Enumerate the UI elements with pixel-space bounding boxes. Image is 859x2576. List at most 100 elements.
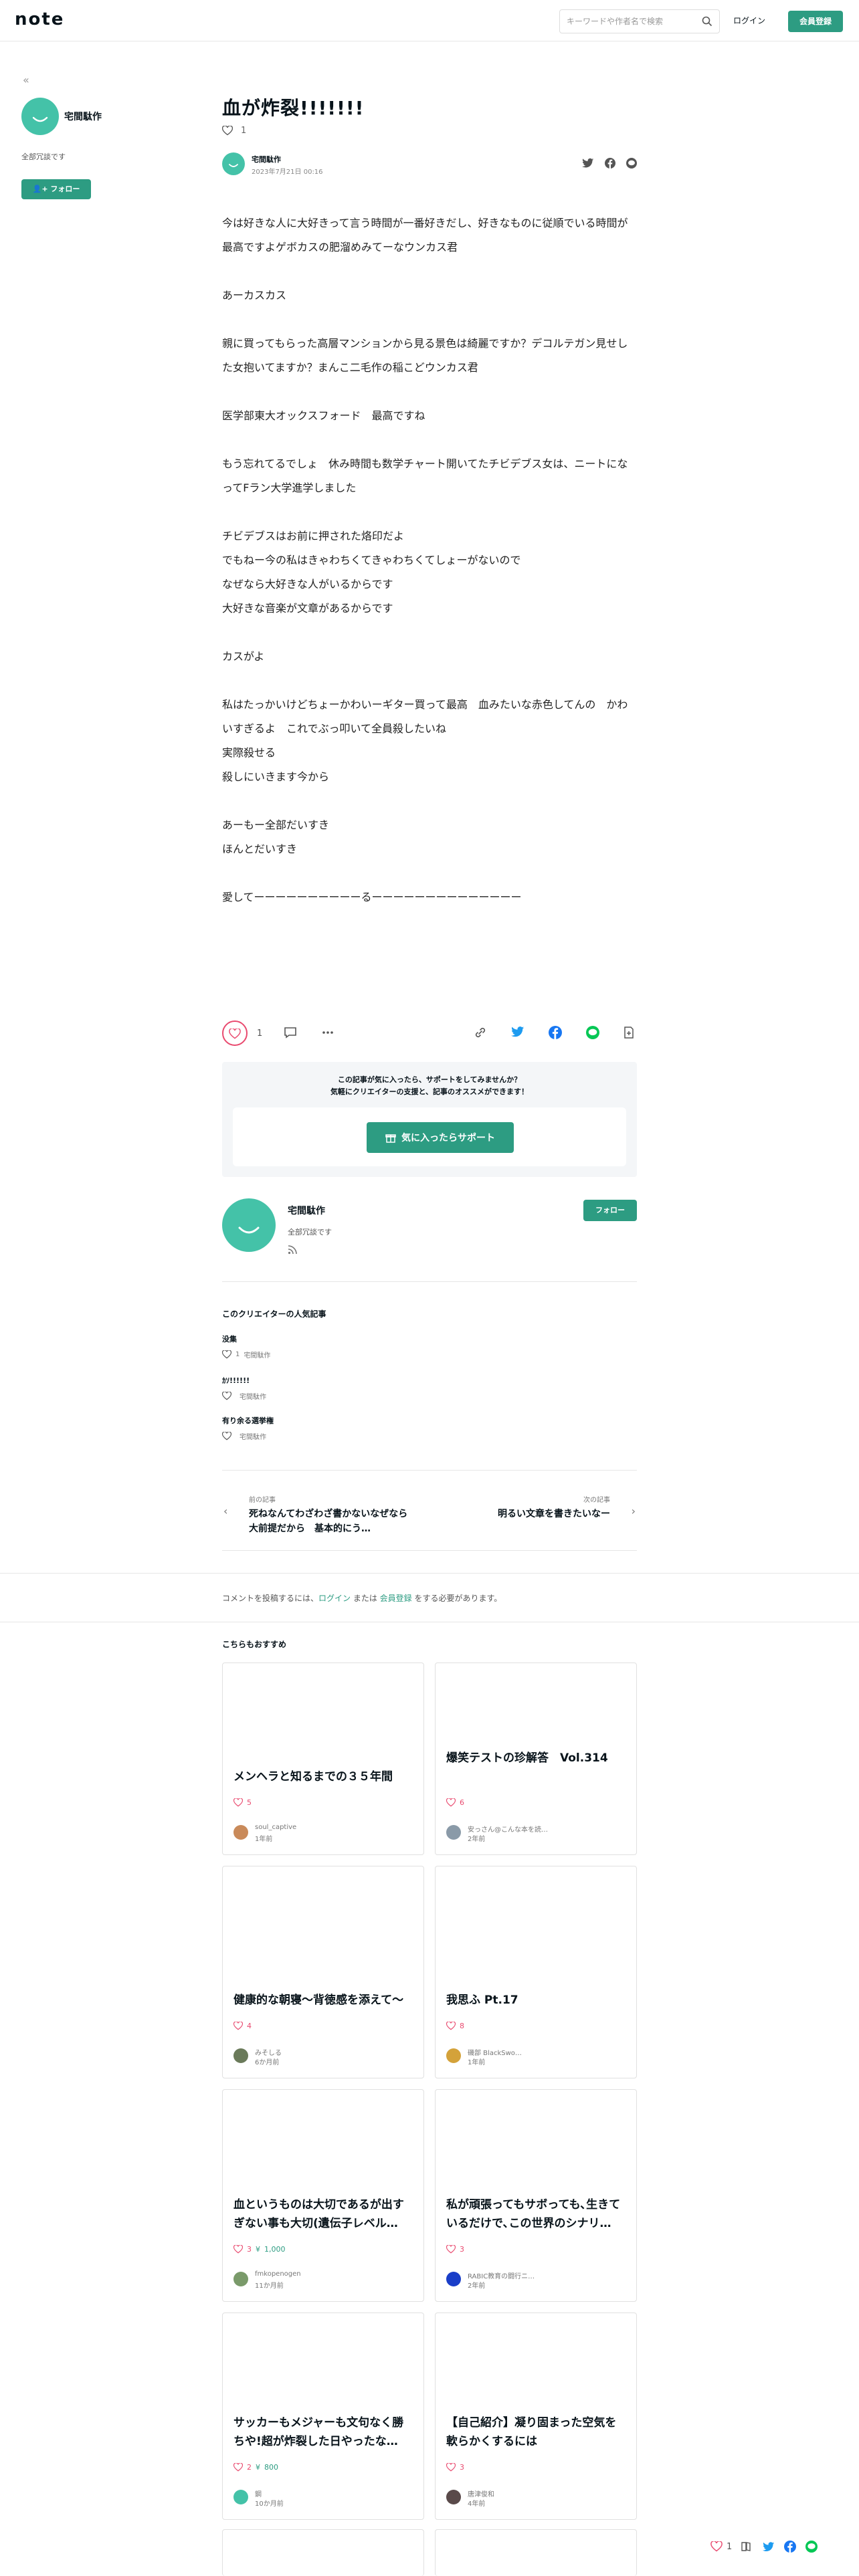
creator-avatar[interactable]	[222, 1198, 276, 1252]
card-author-name[interactable]: fmkopenogen	[255, 2270, 301, 2278]
card-author[interactable]: 磯部 BlackSwo… 1年前	[446, 2048, 627, 2066]
card-author-name[interactable]: みそしる	[255, 2047, 282, 2057]
heart-icon[interactable]	[233, 2245, 243, 2254]
search-icon[interactable]	[702, 16, 712, 27]
card-title[interactable]: 我思ふ Pt.17	[446, 1991, 627, 2010]
card-author[interactable]: fmkopenogen 11か月前	[233, 2270, 414, 2290]
heart-icon[interactable]	[233, 2022, 243, 2030]
card-author[interactable]: RABIC教育の闘行ニ… 2年前	[446, 2270, 627, 2290]
article-card[interactable]: 【自己紹介】凝り固まった空気を軟らかくするには 3 唐津俊和 4年前	[435, 2313, 637, 2520]
card-title[interactable]: サッカーもメジャーも文句なく勝ちや!超が炸裂した日やったな…	[233, 2413, 414, 2451]
avatar[interactable]	[446, 2490, 461, 2504]
comment-signup-link[interactable]: 会員登録	[380, 1594, 412, 1603]
card-title[interactable]: メンヘラと知るまでの３５年間	[233, 1767, 414, 1786]
comment-icon[interactable]	[284, 1026, 297, 1039]
magazine-add-icon[interactable]	[622, 1026, 636, 1039]
popular-article-title[interactable]: 有り余る選挙権	[222, 1415, 637, 1426]
card-author[interactable]: 安っさん@こんな本を読… 2年前	[446, 1825, 627, 1843]
heart-icon[interactable]	[222, 1392, 231, 1400]
popular-article-item[interactable]: 有り余る選挙権宅間駄作	[222, 1415, 637, 1441]
heart-icon[interactable]	[222, 126, 233, 136]
twitter-icon[interactable]	[582, 158, 594, 169]
author-name[interactable]: 宅間駄作	[252, 154, 281, 165]
popular-article-author[interactable]: 宅間駄作	[240, 1391, 266, 1401]
heart-icon[interactable]	[446, 2463, 456, 2472]
author-avatar[interactable]	[222, 152, 245, 175]
like-button[interactable]	[222, 1021, 248, 1046]
popular-article-author[interactable]: 宅間駄作	[244, 1350, 270, 1360]
card-author-name[interactable]: RABIC教育の闘行ニ…	[468, 2270, 535, 2280]
search-box[interactable]	[559, 9, 720, 33]
facebook-icon[interactable]	[605, 158, 615, 169]
card-title[interactable]: 爆笑テストの珍解答 Vol.314	[446, 1749, 627, 1767]
sidebar-follow-button[interactable]: 👤+ フォロー	[21, 179, 91, 199]
creator-name[interactable]: 宅間駄作	[288, 1204, 325, 1217]
note-logo[interactable]: note	[15, 9, 64, 29]
sidebar-creator-name[interactable]: 宅間駄作	[64, 110, 102, 123]
heart-icon[interactable]	[222, 1432, 231, 1440]
card-author-name[interactable]: 唐津俊和	[468, 2488, 494, 2498]
article-card[interactable]: 爆笑テストの珍解答 Vol.314 6 安っさん@こんな本を読… 2年前	[435, 1662, 637, 1855]
avatar[interactable]	[446, 1825, 461, 1840]
popular-article-item[interactable]: 没集 1 宅間駄作	[222, 1333, 637, 1360]
next-article-link[interactable]: 次の記事 明るい文章を書きたいなー ›	[430, 1485, 637, 1545]
rss-icon[interactable]	[288, 1245, 297, 1255]
avatar[interactable]	[446, 2048, 461, 2063]
creator-follow-button[interactable]: フォロー	[583, 1200, 637, 1221]
article-card[interactable]: メンヘラと知るまでの３５年間 5 soul_captive 1年前	[222, 1662, 424, 1855]
twitter-share-icon[interactable]	[511, 1026, 524, 1038]
heart-icon[interactable]	[233, 1798, 243, 1807]
heart-icon[interactable]	[222, 1350, 231, 1359]
login-link[interactable]: ログイン	[733, 15, 765, 26]
article-card[interactable]: 健康的な朝寝〜背徳感を添えて〜 4 みそしる 6か月前	[222, 1866, 424, 2078]
card-title[interactable]: 私が頑張ってもサボっても､生きているだけで､この世界のシナリ…	[446, 2195, 627, 2233]
magazine-icon[interactable]	[741, 2541, 753, 2552]
heart-icon[interactable]	[446, 2245, 456, 2254]
avatar[interactable]	[233, 2490, 248, 2504]
article-card[interactable]: 我思ふ Pt.17 8 磯部 BlackSwo… 1年前	[435, 1866, 637, 2078]
popular-article-title[interactable]: 没集	[222, 1333, 637, 1344]
heart-icon[interactable]	[446, 1798, 456, 1807]
article-card[interactable]: サッカーもメジャーも文句なく勝ちや!超が炸裂した日やったな… 2 ¥800 鋼 10か月…	[222, 2313, 424, 2520]
heart-icon[interactable]	[446, 2022, 456, 2030]
avatar[interactable]	[233, 2272, 248, 2286]
link-icon[interactable]	[474, 1026, 487, 1039]
avatar[interactable]	[233, 1825, 248, 1840]
support-button[interactable]: 気に入ったらサポート	[367, 1122, 514, 1153]
comment-login-link[interactable]: ログイン	[318, 1594, 351, 1603]
prev-article-link[interactable]: ‹ 前の記事 死ねなんてわざわざ書かないなぜなら大前提だから 基本的にう…	[222, 1485, 430, 1545]
heart-icon[interactable]	[233, 2463, 243, 2472]
card-author[interactable]: 鋼 10か月前	[233, 2488, 414, 2508]
facebook-share-icon[interactable]	[549, 1026, 562, 1039]
top-like[interactable]: 1	[222, 126, 246, 136]
search-input[interactable]	[560, 10, 694, 33]
popular-article-author[interactable]: 宅間駄作	[240, 1431, 266, 1441]
card-author-name[interactable]: 鋼	[255, 2488, 262, 2498]
popular-article-item[interactable]: ｶｿ!!!!!! 宅間駄作	[222, 1375, 637, 1401]
facebook-share-icon[interactable]	[784, 2541, 797, 2553]
twitter-share-icon[interactable]	[763, 2541, 775, 2552]
more-icon[interactable]	[321, 1026, 335, 1039]
card-author[interactable]: soul_captive 1年前	[233, 1824, 414, 1843]
heart-icon[interactable]	[710, 2541, 723, 2552]
line-share-icon[interactable]	[805, 2541, 818, 2553]
card-author[interactable]: みそしる 6か月前	[233, 2048, 414, 2066]
card-title[interactable]: 【自己紹介】凝り固まった空気を軟らかくするには	[446, 2413, 627, 2451]
article-card[interactable]	[222, 2529, 424, 2576]
article-card[interactable]: 私が頑張ってもサボっても､生きているだけで､この世界のシナリ… 3 RABIC教育の…	[435, 2089, 637, 2302]
article-card[interactable]	[435, 2529, 637, 2576]
like-count[interactable]: 1	[257, 1029, 262, 1039]
signup-button[interactable]: 会員登録	[788, 11, 843, 32]
line-share-icon[interactable]	[586, 1026, 599, 1039]
article-card[interactable]: 血というものは大切であるが出すぎない事も大切(遺伝子レベル… 3 ¥1,000 fmk…	[222, 2089, 424, 2302]
card-author[interactable]: 唐津俊和 4年前	[446, 2488, 627, 2508]
sidebar-avatar[interactable]	[21, 98, 59, 135]
line-icon[interactable]	[626, 158, 637, 169]
popular-article-title[interactable]: ｶｿ!!!!!!	[222, 1375, 637, 1386]
card-title[interactable]: 血というものは大切であるが出すぎない事も大切(遺伝子レベル…	[233, 2195, 414, 2233]
card-author-name[interactable]: 磯部 BlackSwo…	[468, 2047, 522, 2057]
card-title[interactable]: 健康的な朝寝〜背徳感を添えて〜	[233, 1991, 414, 2010]
card-author-name[interactable]: soul_captive	[255, 1824, 296, 1831]
collapse-sidebar-icon[interactable]: «	[23, 74, 29, 86]
avatar[interactable]	[233, 2048, 248, 2063]
